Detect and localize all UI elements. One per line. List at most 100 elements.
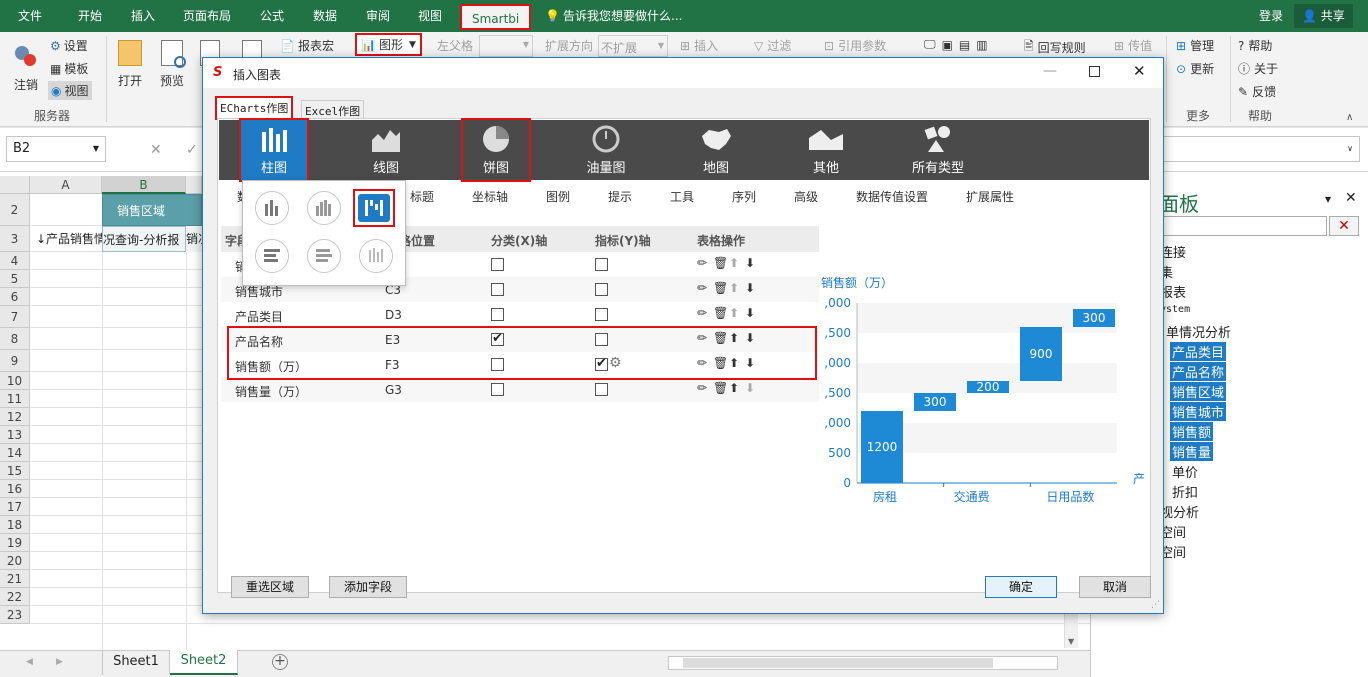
- logout-button[interactable]: 注销: [12, 44, 40, 93]
- row-header[interactable]: 15: [0, 462, 30, 480]
- chart-type-gauge-button[interactable]: 油量图: [573, 120, 639, 180]
- row-header[interactable]: 22: [0, 588, 30, 606]
- open-button[interactable]: 打开: [116, 40, 144, 89]
- pencil-icon[interactable]: ✏: [697, 256, 707, 270]
- add-field-button[interactable]: 添加字段: [329, 576, 407, 598]
- tree-item-system[interactable]: ystem: [1160, 304, 1190, 315]
- arrow-down-icon[interactable]: ⬇: [745, 281, 755, 295]
- trash-icon[interactable]: 🗑: [713, 256, 728, 270]
- ok-button[interactable]: 确定: [985, 576, 1057, 598]
- basic-bar-icon[interactable]: [255, 191, 289, 225]
- stacked-bar-icon[interactable]: [307, 191, 341, 225]
- tab-sheet1[interactable]: Sheet1: [102, 651, 170, 675]
- chart-type-other-button[interactable]: 其他: [793, 120, 859, 180]
- about-button[interactable]: ⓘ 关于: [1238, 60, 1278, 77]
- filter-button[interactable]: ▽ 过滤: [754, 37, 791, 54]
- panel-menu-icon[interactable]: ▾: [1325, 192, 1331, 206]
- x-axis-checkbox[interactable]: [491, 383, 504, 396]
- chart-type-all-button[interactable]: 所有类型: [903, 120, 973, 180]
- tree-item-pivot-analysis[interactable]: 视分析: [1160, 502, 1199, 521]
- feedback-button[interactable]: ✎ 反馈: [1238, 83, 1276, 100]
- arrow-up-icon[interactable]: ⬆: [729, 306, 739, 320]
- y-axis-checkbox[interactable]: [595, 308, 608, 321]
- subtab-title[interactable]: 标题: [410, 188, 434, 205]
- left-parent-select[interactable]: ▼: [479, 35, 533, 57]
- tree-item-sales-volume[interactable]: 销售量: [1170, 442, 1214, 461]
- x-axis-checkbox[interactable]: [491, 308, 504, 321]
- settings-button[interactable]: ⚙ 设置: [50, 37, 88, 54]
- writeback-button[interactable]: 🖹 回写规则: [1024, 37, 1086, 58]
- row-header[interactable]: 8: [0, 328, 30, 350]
- tab-echarts[interactable]: ECharts作图: [214, 96, 294, 120]
- cancel-formula-icon[interactable]: ✕: [150, 142, 162, 158]
- prev-sheet-icon[interactable]: ◀: [26, 657, 33, 667]
- arrow-up-icon[interactable]: ⬆: [729, 381, 739, 395]
- menu-home[interactable]: 开始: [78, 0, 102, 32]
- tree-item-product-category[interactable]: 产品类目: [1170, 342, 1227, 361]
- calendar-icon[interactable]: ▤: [959, 38, 970, 52]
- screen-icon[interactable]: 🖵: [924, 37, 936, 52]
- row-header[interactable]: 19: [0, 534, 30, 552]
- horizontal-bar-icon[interactable]: [255, 239, 289, 273]
- row-header[interactable]: 10: [0, 372, 30, 390]
- menu-file[interactable]: 文件: [18, 0, 42, 32]
- subtab-tooltip[interactable]: 提示: [608, 188, 632, 205]
- col-header-c[interactable]: [186, 176, 202, 194]
- subtab-series[interactable]: 序列: [732, 188, 756, 205]
- trash-icon[interactable]: 🗑: [713, 381, 728, 395]
- subtab-axis[interactable]: 坐标轴: [472, 188, 508, 205]
- view-button[interactable]: ◉ 视图: [48, 81, 92, 100]
- pencil-icon[interactable]: ✏: [697, 306, 707, 320]
- clear-search-icon[interactable]: ✕: [1329, 216, 1359, 236]
- row-header[interactable]: 11: [0, 390, 30, 408]
- maximize-icon[interactable]: [1089, 66, 1100, 77]
- panel-close-icon[interactable]: ✕: [1345, 190, 1357, 206]
- tree-item-sales-analysis[interactable]: 单情况分析: [1166, 322, 1231, 341]
- trash-icon[interactable]: 🗑: [713, 306, 728, 320]
- tree-item-sales-region[interactable]: 销售区域: [1170, 382, 1227, 401]
- x-axis-checkbox[interactable]: [491, 258, 504, 271]
- cell-b3[interactable]: 况查询-分析报: [102, 226, 186, 252]
- subtab-extended[interactable]: 扩展属性: [966, 188, 1014, 205]
- row-header[interactable]: 13: [0, 426, 30, 444]
- pencil-icon[interactable]: ✏: [697, 281, 707, 295]
- row-header[interactable]: 20: [0, 552, 30, 570]
- scroll-thumb[interactable]: [683, 658, 993, 668]
- share-button[interactable]: 👤 共享: [1294, 4, 1353, 28]
- tab-excel[interactable]: Excel作图: [301, 100, 365, 118]
- chart-type-map-button[interactable]: 地图: [683, 120, 749, 180]
- y-axis-checkbox[interactable]: [595, 283, 608, 296]
- pass-value-button[interactable]: ⊞ 传值: [1114, 37, 1152, 54]
- ref-param-button[interactable]: ⊡ 引用参数: [824, 37, 886, 54]
- next-sheet-icon[interactable]: ▶: [56, 657, 63, 667]
- update-button[interactable]: ⊙ 更新: [1176, 60, 1214, 77]
- stacked-hbar-icon[interactable]: [307, 239, 341, 273]
- cell-b2[interactable]: 销售区域: [102, 194, 202, 226]
- insert-button[interactable]: ⊞ 插入: [680, 37, 718, 54]
- manage-button[interactable]: ⊞ 管理: [1176, 37, 1214, 54]
- row-header[interactable]: 5: [0, 270, 30, 288]
- cell-c3[interactable]: 销况: [186, 226, 202, 252]
- menu-insert[interactable]: 插入: [131, 0, 155, 32]
- x-axis-checkbox[interactable]: [491, 283, 504, 296]
- add-sheet-icon[interactable]: +: [272, 654, 288, 670]
- expand-direction-select[interactable]: 不扩展 ▼: [598, 35, 668, 57]
- list-icon[interactable]: ▥: [976, 38, 987, 52]
- tree-item-discount[interactable]: 折扣: [1172, 482, 1198, 501]
- tree-item-unit-price[interactable]: 单价: [1172, 462, 1198, 481]
- subtab-tools[interactable]: 工具: [670, 188, 694, 205]
- dropdown-icon[interactable]: ▣: [942, 38, 953, 52]
- subtab-advanced[interactable]: 高级: [794, 188, 818, 205]
- col-header-b[interactable]: B: [102, 176, 186, 194]
- row-header[interactable]: 17: [0, 498, 30, 516]
- panel-search-input[interactable]: [1161, 216, 1327, 236]
- arrow-up-icon[interactable]: ⬆: [729, 256, 739, 270]
- trash-icon[interactable]: 🗑: [713, 281, 728, 295]
- reselect-area-button[interactable]: 重选区域: [231, 576, 309, 598]
- resize-grip-icon[interactable]: ⋰: [1151, 600, 1160, 610]
- row-header[interactable]: 16: [0, 480, 30, 498]
- subtab-legend[interactable]: 图例: [546, 188, 570, 205]
- chart-type-line-button[interactable]: 线图: [353, 120, 419, 180]
- preview-button[interactable]: 预览: [158, 40, 186, 89]
- subtab-data-passing[interactable]: 数据传值设置: [856, 188, 928, 205]
